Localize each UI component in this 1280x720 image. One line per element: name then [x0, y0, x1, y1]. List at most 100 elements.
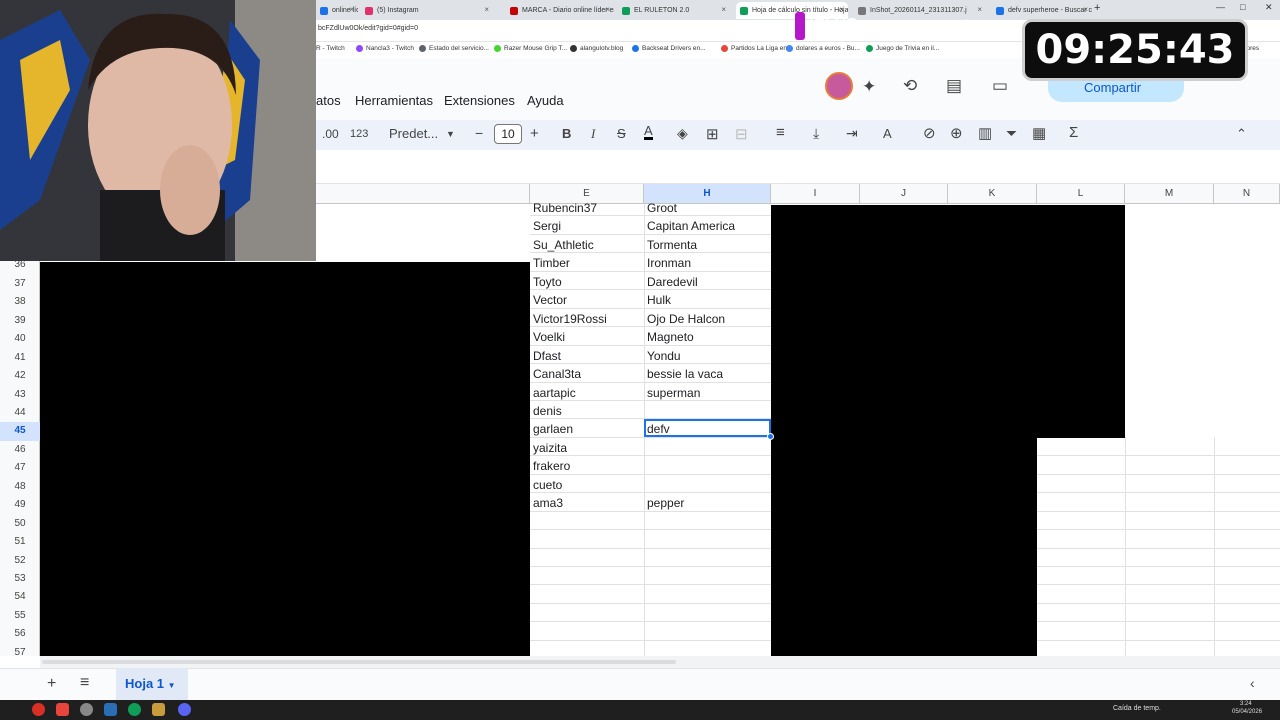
- row-header[interactable]: 37: [0, 275, 40, 293]
- formula-bar[interactable]: [316, 150, 1280, 184]
- close-icon[interactable]: ×: [721, 5, 726, 14]
- cell-username[interactable]: yaizita: [533, 441, 567, 455]
- vertical-align-icon[interactable]: ⤓: [813, 125, 819, 142]
- row-header[interactable]: 56: [0, 625, 40, 643]
- weather-status[interactable]: Caída de temp.: [1113, 705, 1161, 712]
- bookmark-item[interactable]: Estado del servicio...: [419, 45, 489, 52]
- row-header[interactable]: 47: [0, 459, 40, 477]
- collapse-toolbar-icon[interactable]: ⌃: [1236, 126, 1247, 142]
- bookmark-item[interactable]: dolares a euros - Bu...: [786, 45, 860, 52]
- cell-username[interactable]: garlaen: [533, 422, 573, 436]
- clock-time[interactable]: 3:24: [1240, 701, 1252, 707]
- meet-icon[interactable]: ▭: [992, 76, 1008, 96]
- align-icon[interactable]: ≡: [776, 124, 785, 141]
- scrollbar-thumb[interactable]: [42, 660, 676, 664]
- row-header[interactable]: 41: [0, 349, 40, 367]
- column-header-m[interactable]: M: [1125, 184, 1214, 204]
- cell-superhero[interactable]: Groot: [647, 201, 677, 215]
- bookmark-item[interactable]: Partidos La Liga en...: [721, 45, 792, 52]
- format-123-button[interactable]: 123: [350, 128, 368, 140]
- browser-tab[interactable]: MARCA - Diario online líder en ×: [506, 2, 614, 19]
- column-header-l[interactable]: L: [1037, 184, 1125, 204]
- cell-username[interactable]: cueto: [533, 478, 562, 492]
- functions-button[interactable]: Σ: [1069, 124, 1078, 141]
- cell-superhero[interactable]: Ojo De Halcon: [647, 312, 725, 326]
- chrome-icon[interactable]: [32, 703, 45, 716]
- browser-tab[interactable]: online líder en×: [316, 2, 358, 19]
- fill-color-icon[interactable]: ◈: [677, 125, 688, 142]
- clock-date[interactable]: 05/04/2026: [1232, 709, 1262, 715]
- cell-username[interactable]: frakero: [533, 459, 570, 473]
- cell-username[interactable]: Timber: [533, 256, 570, 270]
- column-header-i[interactable]: I: [771, 184, 860, 204]
- font-select[interactable]: Predet...: [389, 126, 438, 141]
- cell-superhero[interactable]: Yondu: [647, 349, 681, 363]
- cell-username[interactable]: Dfast: [533, 349, 561, 363]
- cell-username[interactable]: denis: [533, 404, 562, 418]
- close-icon[interactable]: ×: [349, 5, 354, 14]
- cell-superhero[interactable]: Tormenta: [647, 238, 697, 252]
- row-header[interactable]: 43: [0, 386, 40, 404]
- chart-icon[interactable]: ▥: [978, 124, 992, 142]
- close-icon[interactable]: ×: [977, 5, 982, 14]
- cell-superhero[interactable]: Hulk: [647, 293, 671, 307]
- new-tab-button[interactable]: +: [1094, 2, 1100, 14]
- avatar[interactable]: [825, 72, 853, 100]
- cell-username[interactable]: Victor19Rossi: [533, 312, 607, 326]
- cell-superhero[interactable]: Magneto: [647, 330, 694, 344]
- cell-superhero[interactable]: Ironman: [647, 256, 691, 270]
- bold-button[interactable]: B: [562, 126, 571, 141]
- decimal-button[interactable]: .00: [322, 127, 339, 141]
- gemini-icon[interactable]: ✦: [862, 77, 876, 97]
- row-header[interactable]: 39: [0, 312, 40, 330]
- browser-tab[interactable]: defv superheroe - Buscar con G×: [992, 2, 1092, 19]
- edge-icon[interactable]: [128, 703, 141, 716]
- row-header[interactable]: 55: [0, 607, 40, 625]
- cell-username[interactable]: Su_Athletic: [533, 238, 594, 252]
- app-icon[interactable]: [56, 703, 69, 716]
- row-header[interactable]: 54: [0, 588, 40, 606]
- row-header[interactable]: 46: [0, 441, 40, 459]
- browser-tab[interactable]: EL RULETON 2.0 ×: [618, 2, 730, 19]
- filter-icon[interactable]: ⏷: [1006, 125, 1017, 142]
- insert-comment-icon[interactable]: ⊕: [950, 124, 963, 142]
- italic-button[interactable]: I: [591, 126, 595, 142]
- menu-herramientas[interactable]: Herramientas: [355, 93, 433, 108]
- comment-icon[interactable]: ▤: [946, 76, 962, 96]
- link-icon[interactable]: ⊘: [923, 124, 936, 142]
- cell-superhero[interactable]: pepper: [647, 496, 684, 510]
- menu-formato[interactable]: atos: [316, 93, 341, 108]
- font-size-increase[interactable]: +: [530, 125, 539, 142]
- text-color-button[interactable]: A: [644, 124, 653, 140]
- bookmark-item[interactable]: Nancla3 - Twitch: [356, 45, 414, 52]
- menu-ayuda[interactable]: Ayuda: [527, 93, 564, 108]
- cell-superhero[interactable]: Daredevil: [647, 275, 698, 289]
- row-header[interactable]: 48: [0, 478, 40, 496]
- cell-superhero[interactable]: superman: [647, 386, 700, 400]
- collapse-sidebar-icon[interactable]: ‹: [1250, 675, 1255, 691]
- app-icon[interactable]: [80, 703, 93, 716]
- row-header[interactable]: 44: [0, 404, 40, 422]
- column-header-k[interactable]: K: [948, 184, 1037, 204]
- row-header[interactable]: 40: [0, 330, 40, 348]
- bookmark-item[interactable]: alangulotv.blog: [570, 45, 623, 52]
- cell-username[interactable]: Canal3ta: [533, 367, 581, 381]
- column-header-j[interactable]: J: [860, 184, 948, 204]
- row-header[interactable]: 53: [0, 570, 40, 588]
- maximize-icon[interactable]: □: [1240, 2, 1245, 12]
- column-header-n[interactable]: N: [1214, 184, 1280, 204]
- minimize-icon[interactable]: —: [1216, 2, 1225, 12]
- row-header[interactable]: 42: [0, 367, 40, 385]
- cell-superhero[interactable]: bessie la vaca: [647, 367, 723, 381]
- chevron-down-icon[interactable]: ▼: [446, 129, 455, 139]
- text-rotation-icon[interactable]: A: [883, 126, 892, 141]
- close-icon[interactable]: ×: [605, 5, 610, 14]
- close-window-icon[interactable]: ✕: [1265, 2, 1273, 13]
- row-header[interactable]: 38: [0, 293, 40, 311]
- row-header[interactable]: 51: [0, 533, 40, 551]
- cell-username[interactable]: Voelki: [533, 330, 565, 344]
- cell-username[interactable]: Rubencin37: [533, 201, 597, 215]
- menu-extensiones[interactable]: Extensiones: [444, 93, 515, 108]
- cell-username[interactable]: aartapic: [533, 386, 576, 400]
- steam-icon[interactable]: [104, 703, 117, 716]
